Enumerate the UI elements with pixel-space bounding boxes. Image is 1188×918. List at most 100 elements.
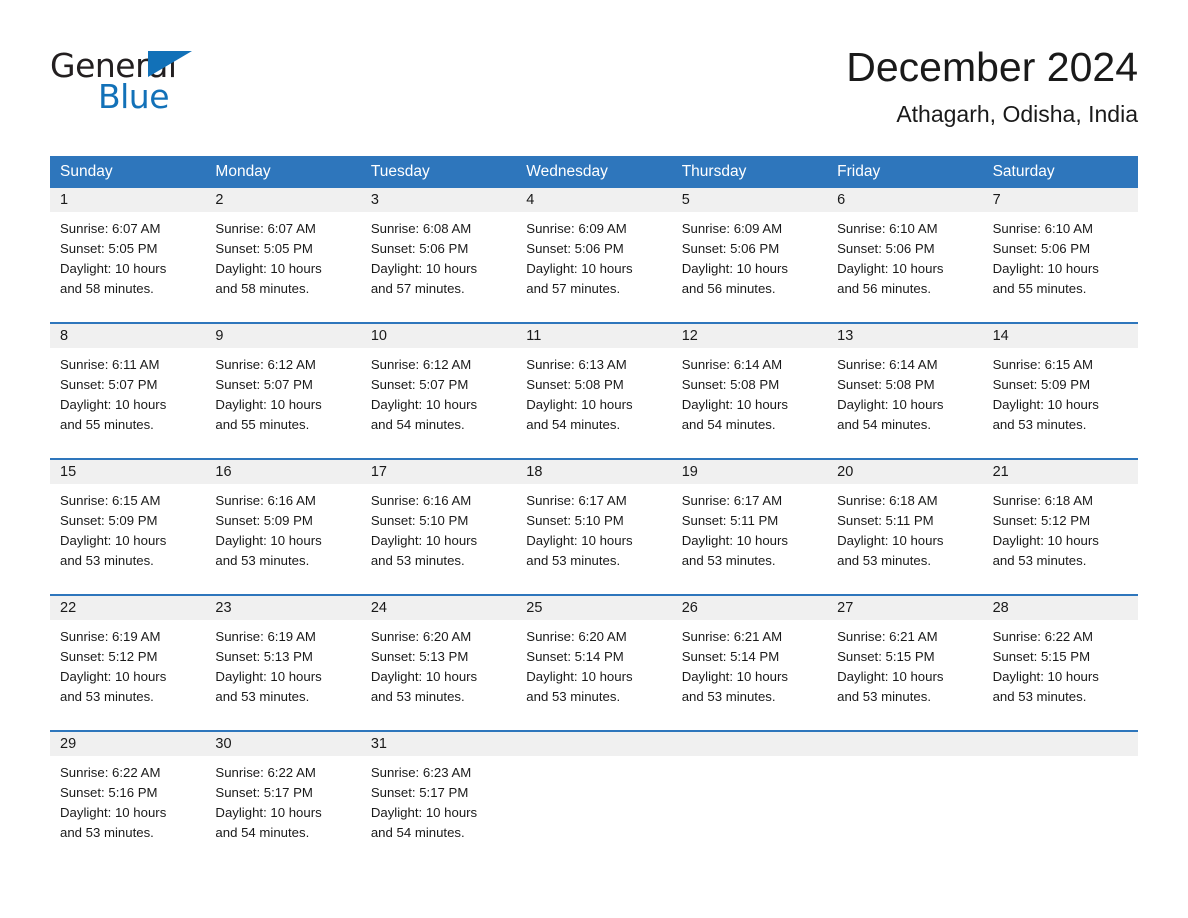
day-details: Sunrise: 6:19 AM Sunset: 5:12 PM Daylight:… — [50, 620, 205, 707]
calendar-day-cell[interactable]: 23 Sunrise: 6:19 AM Sunset: 5:13 PM Dayligh… — [205, 596, 361, 719]
sunset-text: Sunset: 5:06 PM — [681, 241, 780, 256]
sunset-text: Sunset: 5:06 PM — [837, 241, 935, 256]
day-details: Sunrise: 6:12 AM Sunset: 5:07 PM Daylight:… — [361, 348, 516, 435]
calendar-week-row: 8 Sunrise: 6:11 AM Sunset: 5:07 PM Daylight… — [50, 322, 1138, 447]
calendar-day-cell[interactable]: 10 Sunrise: 6:12 AM Sunset: 5:07 PM Dayligh… — [360, 324, 517, 447]
sunset-text: Sunset: 5:07 PM — [60, 377, 158, 392]
title-block: December 2024 Athagarh, Odisha, India — [846, 44, 1138, 128]
calendar-day-cell[interactable]: 24 Sunrise: 6:20 AM Sunset: 5:13 PM Dayligh… — [360, 596, 517, 719]
day-number: 9 — [205, 324, 361, 348]
daylight-text-line2: and 54 minutes. — [370, 825, 465, 840]
calendar-day-cell[interactable]: 30 Sunrise: 6:22 AM Sunset: 5:17 PM Dayligh… — [205, 732, 361, 855]
day-number: 20 — [827, 460, 983, 484]
daylight-text-line1: Daylight: 10 hours — [837, 533, 944, 548]
calendar-day-cell[interactable]: 22 Sunrise: 6:19 AM Sunset: 5:12 PM Dayligh… — [50, 596, 206, 719]
calendar-day-cell[interactable]: 2 Sunrise: 6:07 AM Sunset: 5:05 PM Daylight… — [205, 188, 361, 311]
calendar-day-cell[interactable]: 6 Sunrise: 6:10 AM Sunset: 5:06 PM Daylight… — [827, 188, 983, 311]
sunset-text: Sunset: 5:07 PM — [215, 377, 313, 392]
day-number: 25 — [516, 596, 672, 620]
sunrise-text: Sunrise: 6:16 AM — [370, 493, 472, 508]
daylight-text-line1: Daylight: 10 hours — [526, 533, 633, 548]
daylight-text-line2: and 53 minutes. — [837, 553, 931, 568]
day-number: 16 — [205, 460, 361, 484]
calendar-day-cell[interactable]: 5 Sunrise: 6:09 AM Sunset: 5:06 PM Daylight… — [671, 188, 828, 311]
day-number: 12 — [671, 324, 828, 348]
sunset-text: Sunset: 5:09 PM — [215, 513, 313, 528]
calendar-day-cell[interactable]: 12 Sunrise: 6:14 AM Sunset: 5:08 PM Dayligh… — [671, 324, 828, 447]
day-number: 2 — [205, 188, 361, 212]
calendar-day-cell[interactable]: 7 Sunrise: 6:10 AM Sunset: 5:06 PM Daylight… — [982, 188, 1138, 311]
calendar-week-row: 15 Sunrise: 6:15 AM Sunset: 5:09 PM Dayligh… — [50, 458, 1138, 583]
daylight-text-line2: and 53 minutes. — [681, 689, 776, 704]
daylight-text-line2: and 53 minutes. — [526, 689, 621, 704]
sunset-text: Sunset: 5:14 PM — [526, 649, 624, 664]
calendar-day-cell[interactable]: 16 Sunrise: 6:16 AM Sunset: 5:09 PM Dayligh… — [205, 460, 361, 583]
sunset-text: Sunset: 5:15 PM — [992, 649, 1091, 664]
daylight-text-line1: Daylight: 10 hours — [60, 533, 167, 548]
calendar-day-cell[interactable]: 25 Sunrise: 6:20 AM Sunset: 5:14 PM Dayligh… — [516, 596, 672, 719]
calendar-day-cell-empty — [671, 732, 828, 855]
calendar-day-cell[interactable]: 27 Sunrise: 6:21 AM Sunset: 5:15 PM Dayligh… — [827, 596, 983, 719]
sunrise-text: Sunrise: 6:09 AM — [681, 221, 783, 236]
calendar-day-cell[interactable]: 15 Sunrise: 6:15 AM Sunset: 5:09 PM Dayligh… — [50, 460, 206, 583]
calendar-day-cell[interactable]: 14 Sunrise: 6:15 AM Sunset: 5:09 PM Dayligh… — [982, 324, 1138, 447]
daylight-text-line1: Daylight: 10 hours — [370, 261, 478, 276]
sunrise-text: Sunrise: 6:23 AM — [370, 765, 472, 780]
sunrise-text: Sunrise: 6:20 AM — [370, 629, 472, 644]
day-number: 31 — [360, 732, 517, 756]
generalblue-logo[interactable]: General Blue — [50, 44, 210, 116]
sunset-text: Sunset: 5:10 PM — [526, 513, 624, 528]
weekday-header-monday: Monday — [215, 163, 271, 180]
day-number: 11 — [516, 324, 672, 348]
calendar-day-cell[interactable]: 4 Sunrise: 6:09 AM Sunset: 5:06 PM Daylight… — [516, 188, 672, 311]
daylight-text-line2: and 54 minutes. — [370, 417, 465, 432]
day-details: Sunrise: 6:14 AM Sunset: 5:08 PM Daylight:… — [672, 348, 827, 435]
sunset-text: Sunset: 5:05 PM — [215, 241, 313, 256]
sunset-text: Sunset: 5:08 PM — [681, 377, 780, 392]
day-number: 15 — [50, 460, 206, 484]
calendar-day-cell[interactable]: 9 Sunrise: 6:12 AM Sunset: 5:07 PM Daylight… — [205, 324, 361, 447]
daylight-text-line1: Daylight: 10 hours — [681, 261, 788, 276]
sunrise-text: Sunrise: 6:17 AM — [526, 493, 627, 508]
daylight-text-line2: and 53 minutes. — [992, 417, 1087, 432]
sunrise-text: Sunrise: 6:10 AM — [992, 221, 1093, 236]
calendar-day-cell[interactable]: 11 Sunrise: 6:13 AM Sunset: 5:08 PM Dayligh… — [516, 324, 672, 447]
sunrise-text: Sunrise: 6:21 AM — [681, 629, 783, 644]
calendar-day-cell[interactable]: 20 Sunrise: 6:18 AM Sunset: 5:11 PM Dayligh… — [827, 460, 983, 583]
sunrise-text: Sunrise: 6:09 AM — [526, 221, 627, 236]
daylight-text-line1: Daylight: 10 hours — [992, 397, 1099, 412]
calendar-week-row: 1 Sunrise: 6:07 AM Sunset: 5:05 PM Daylight… — [50, 188, 1138, 311]
daylight-text-line1: Daylight: 10 hours — [60, 669, 167, 684]
calendar-day-cell[interactable]: 17 Sunrise: 6:16 AM Sunset: 5:10 PM Dayligh… — [360, 460, 517, 583]
calendar-day-cell[interactable]: 19 Sunrise: 6:17 AM Sunset: 5:11 PM Dayligh… — [671, 460, 828, 583]
day-number: 28 — [982, 596, 1138, 620]
sunset-text: Sunset: 5:05 PM — [60, 241, 158, 256]
calendar-day-cell[interactable]: 8 Sunrise: 6:11 AM Sunset: 5:07 PM Daylight… — [50, 324, 206, 447]
calendar-day-cell[interactable]: 21 Sunrise: 6:18 AM Sunset: 5:12 PM Dayligh… — [982, 460, 1138, 583]
day-details: Sunrise: 6:17 AM Sunset: 5:11 PM Daylight:… — [672, 484, 827, 571]
day-number: 3 — [360, 188, 517, 212]
day-number: 18 — [516, 460, 672, 484]
sunset-text: Sunset: 5:07 PM — [370, 377, 469, 392]
daylight-text-line1: Daylight: 10 hours — [60, 397, 167, 412]
calendar-day-cell[interactable]: 28 Sunrise: 6:22 AM Sunset: 5:15 PM Dayligh… — [982, 596, 1138, 719]
day-details: Sunrise: 6:09 AM Sunset: 5:06 PM Daylight:… — [516, 212, 671, 299]
calendar-day-cell[interactable]: 26 Sunrise: 6:21 AM Sunset: 5:14 PM Dayligh… — [671, 596, 828, 719]
calendar-day-cell[interactable]: 13 Sunrise: 6:14 AM Sunset: 5:08 PM Dayligh… — [827, 324, 983, 447]
daylight-text-line2: and 57 minutes. — [526, 281, 621, 296]
calendar-day-cell[interactable]: 29 Sunrise: 6:22 AM Sunset: 5:16 PM Dayligh… — [50, 732, 206, 855]
day-number: 1 — [50, 188, 206, 212]
day-details: Sunrise: 6:23 AM Sunset: 5:17 PM Daylight:… — [361, 756, 516, 843]
calendar-day-cell[interactable]: 1 Sunrise: 6:07 AM Sunset: 5:05 PM Daylight… — [50, 188, 206, 311]
calendar-day-cell[interactable]: 3 Sunrise: 6:08 AM Sunset: 5:06 PM Daylight… — [360, 188, 517, 311]
sunrise-text: Sunrise: 6:14 AM — [681, 357, 783, 372]
calendar-day-cell[interactable]: 18 Sunrise: 6:17 AM Sunset: 5:10 PM Dayligh… — [516, 460, 672, 583]
daylight-text-line1: Daylight: 10 hours — [526, 261, 633, 276]
day-number: 5 — [671, 188, 828, 212]
sunrise-text: Sunrise: 6:15 AM — [992, 357, 1093, 372]
day-details: Sunrise: 6:17 AM Sunset: 5:10 PM Daylight:… — [516, 484, 671, 571]
daylight-text-line1: Daylight: 10 hours — [215, 805, 322, 820]
calendar-day-cell-empty — [827, 732, 983, 855]
calendar-day-cell[interactable]: 31 Sunrise: 6:23 AM Sunset: 5:17 PM Dayligh… — [360, 732, 517, 855]
sunset-text: Sunset: 5:11 PM — [681, 513, 779, 528]
